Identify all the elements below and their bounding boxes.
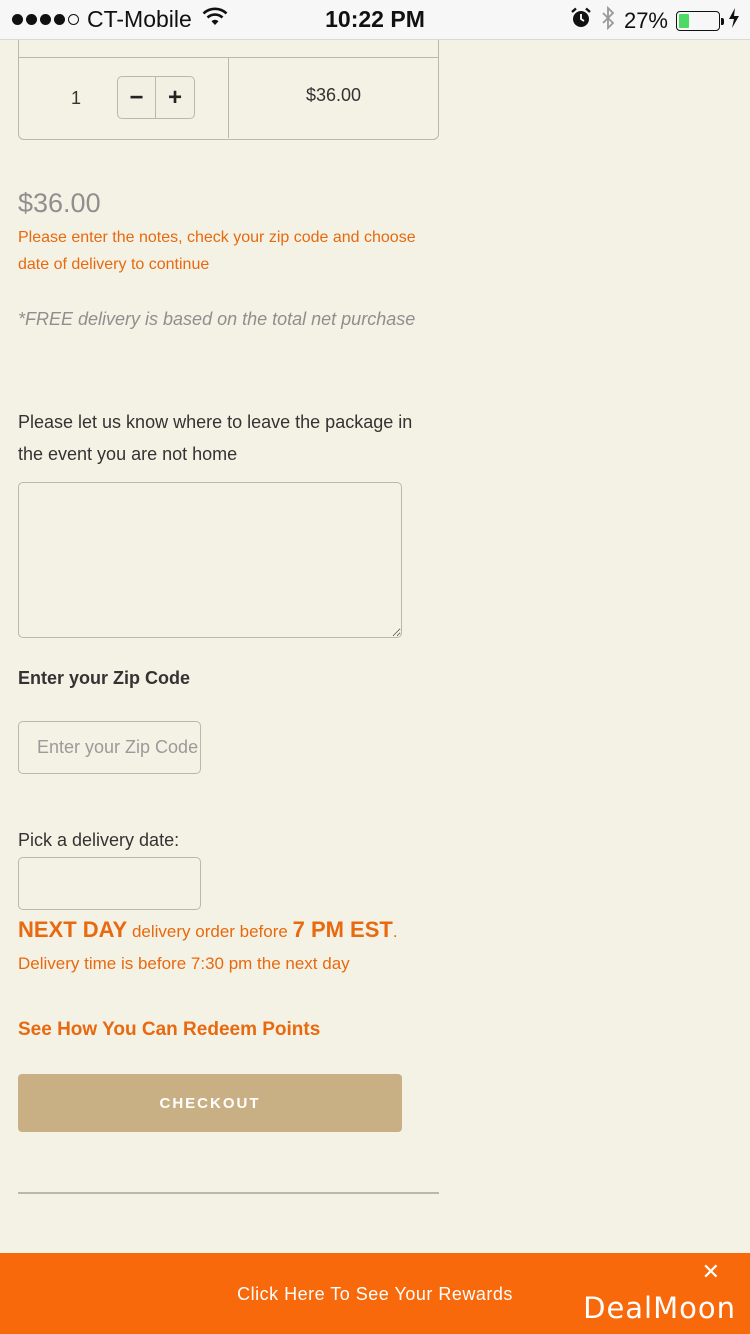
delivery-notes-textarea[interactable] (18, 482, 402, 638)
cart-row: 1 − + $36.00 (19, 58, 438, 138)
delivery-date-label: Pick a delivery date: (18, 830, 180, 850)
charging-icon (728, 7, 740, 34)
free-delivery-note: *FREE delivery is based on the total net… (18, 309, 416, 329)
quantity-stepper[interactable]: − + (117, 76, 195, 119)
status-right: 27% (570, 5, 740, 35)
notes-label: Please let us know where to leave the pa… (18, 412, 413, 464)
next-day-notice: NEXT DAY delivery order before 7 PM EST. (18, 917, 398, 943)
divider (18, 1192, 439, 1194)
line-total: $36.00 (305, 84, 362, 105)
quantity-cell: 1 − + (19, 58, 229, 138)
close-icon[interactable]: ✕ (702, 1259, 720, 1285)
cart-table: 1 − + $36.00 (18, 40, 439, 140)
decrease-quantity-button[interactable]: − (118, 77, 156, 118)
battery-percent: 27% (623, 7, 668, 33)
delivery-date-input[interactable] (18, 857, 201, 910)
status-bar: CT-Mobile 10:22 PM 27% (0, 0, 750, 40)
validation-warning: Please enter the notes, check your zip c… (18, 229, 416, 273)
alarm-icon (570, 7, 592, 34)
next-day-highlight: NEXT DAY (18, 917, 128, 942)
rewards-banner[interactable]: Click Here To See Your Rewards ✕ DealMoo… (0, 1253, 750, 1334)
next-day-period: . (392, 922, 398, 941)
order-total: $36.00 (18, 188, 101, 218)
delivery-time-note: Delivery time is before 7:30 pm the next… (18, 954, 350, 973)
cutoff-time: 7 PM EST (292, 917, 393, 942)
increase-quantity-button[interactable]: + (156, 77, 194, 118)
battery-fill (679, 13, 690, 28)
cart-row-previous (19, 40, 438, 58)
battery-icon (676, 10, 724, 31)
next-day-text: delivery order before (127, 922, 293, 941)
quantity-value: 1 (71, 88, 82, 108)
redeem-points-link[interactable]: See How You Can Redeem Points (18, 1019, 320, 1041)
dealmoon-logo: DealMoon (583, 1291, 736, 1325)
checkout-button[interactable]: CHECKOUT (18, 1074, 402, 1132)
bluetooth-icon (600, 5, 616, 35)
zip-code-input[interactable] (18, 721, 201, 774)
zip-code-label: Enter your Zip Code (18, 668, 191, 688)
